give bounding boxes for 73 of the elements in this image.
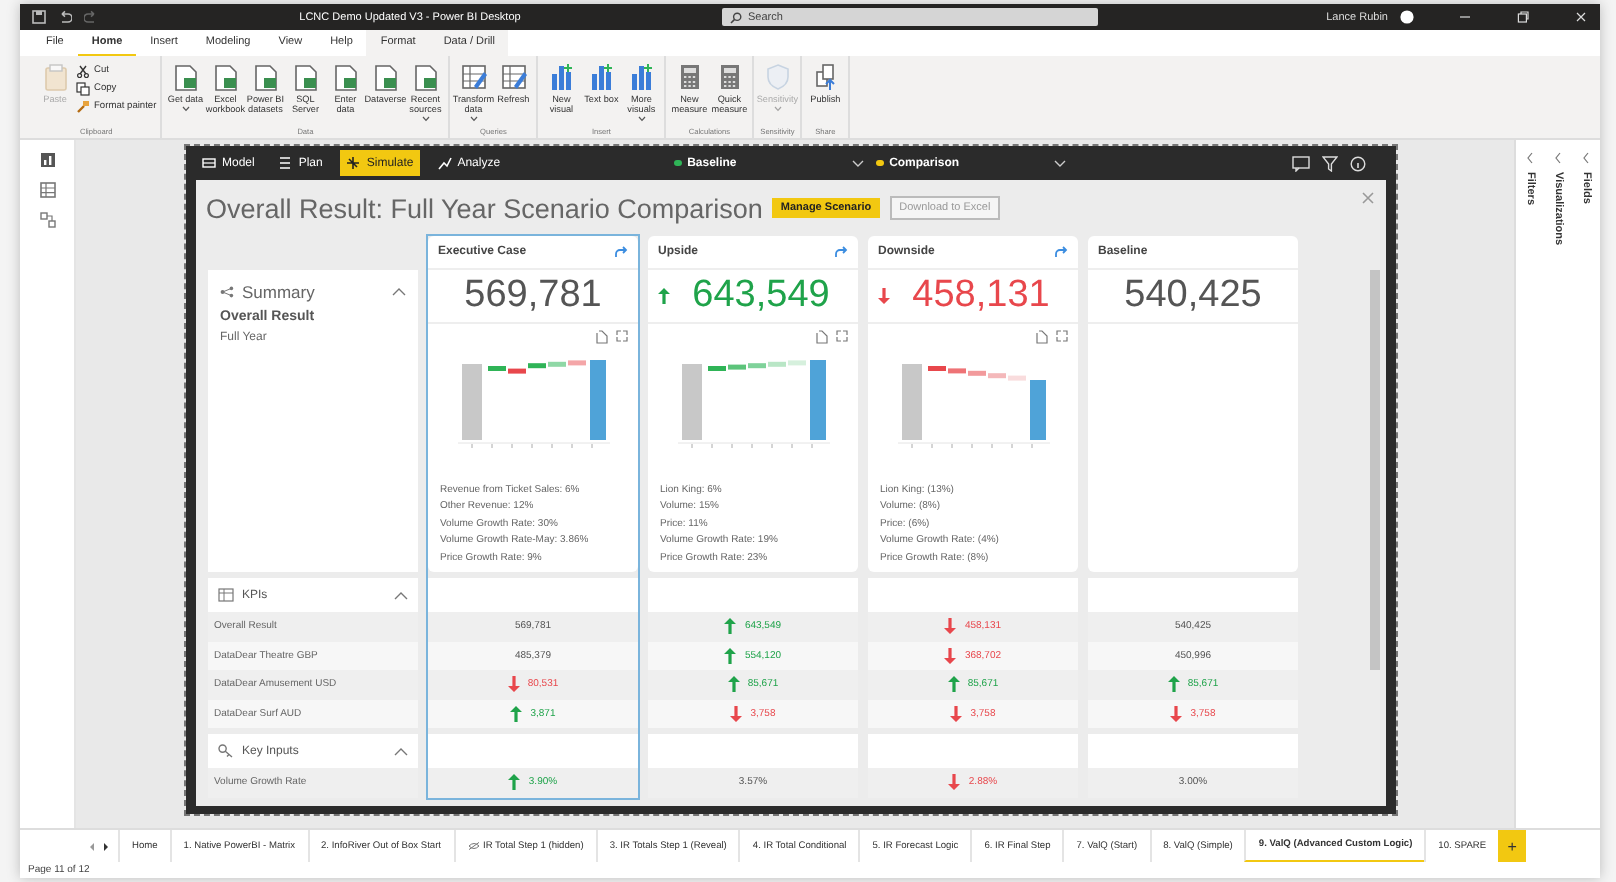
chevron-left-icon[interactable] (1582, 152, 1590, 164)
save-icon[interactable] (32, 10, 46, 24)
export-icon[interactable] (1036, 329, 1048, 343)
export-icon[interactable] (596, 329, 608, 343)
minimize-icon[interactable] (1458, 10, 1472, 24)
share-nodes-icon (220, 286, 234, 298)
bar-chart-icon (627, 62, 656, 92)
scenario-value: 643,549 (690, 273, 832, 318)
curved-arrow-icon[interactable] (834, 245, 848, 258)
hidden-eye-icon (467, 842, 480, 850)
chevron-up-icon[interactable] (394, 747, 408, 755)
trend-line-icon (437, 156, 452, 170)
search-icon (730, 11, 742, 23)
table-view-icon[interactable] (39, 182, 55, 198)
scenario-value: 569,781 (462, 273, 604, 318)
comment-icon[interactable] (1292, 155, 1310, 171)
info-icon[interactable] (1350, 155, 1366, 171)
expand-icon[interactable] (836, 329, 848, 341)
upload-icon (811, 62, 840, 92)
clipboard-icon (41, 62, 69, 92)
document-icon (291, 62, 320, 92)
filter-icon[interactable] (1322, 155, 1338, 171)
shield-icon (763, 62, 792, 92)
calculator-icon (715, 62, 744, 92)
document-icon (171, 62, 200, 92)
caret-icon (181, 106, 190, 112)
caret-icon (637, 116, 646, 122)
expand-icon[interactable] (1056, 329, 1068, 341)
key-icon (218, 744, 234, 758)
paintbrush-icon (76, 99, 90, 113)
caret-icon (469, 116, 478, 122)
chevron-up-icon[interactable] (394, 591, 408, 599)
curved-arrow-icon[interactable] (614, 245, 628, 258)
document-icon (331, 62, 360, 92)
chevron-left-icon[interactable] (1554, 152, 1562, 164)
sparkle-icon (346, 156, 361, 170)
curved-arrow-icon[interactable] (1054, 245, 1068, 258)
scrollbar[interactable] (1370, 270, 1380, 670)
table-icon (499, 62, 528, 92)
document-icon (411, 62, 440, 92)
document-icon (211, 62, 240, 92)
chevron-up-icon[interactable] (392, 288, 406, 296)
redo-icon[interactable] (84, 10, 98, 24)
model-view-icon[interactable] (39, 212, 55, 228)
list-icon (278, 156, 293, 170)
previous-page-icon[interactable] (88, 841, 96, 851)
chevron-down-icon[interactable] (1054, 159, 1067, 167)
caret-icon (421, 116, 430, 122)
calculator-icon (675, 62, 704, 92)
caret-icon (773, 106, 782, 112)
report-title: Overall Result: Full Year Scenario Comparison (206, 193, 763, 223)
undo-icon[interactable] (58, 10, 72, 24)
export-icon[interactable] (816, 329, 828, 343)
restore-icon[interactable] (1516, 10, 1530, 24)
chevron-left-icon[interactable] (1526, 152, 1534, 164)
bar-chart-icon (587, 62, 616, 92)
next-page-icon[interactable] (102, 841, 110, 851)
add-page-button[interactable]: + (1498, 830, 1527, 862)
table-icon (459, 62, 488, 92)
section-title: Summary (242, 282, 315, 302)
scenario-value: 458,131 (910, 273, 1052, 318)
document-icon (371, 62, 400, 92)
model-icon (202, 156, 216, 170)
document-icon (251, 62, 280, 92)
chevron-down-icon[interactable] (852, 159, 865, 167)
avatar-icon[interactable] (1400, 10, 1414, 24)
report-view-icon[interactable] (39, 152, 55, 168)
scenario-value: 540,425 (1122, 274, 1264, 318)
expand-icon[interactable] (616, 329, 628, 341)
scissors-icon (76, 63, 90, 77)
table-icon (218, 588, 234, 602)
bar-chart-icon (547, 62, 576, 92)
copy-icon (76, 81, 90, 95)
